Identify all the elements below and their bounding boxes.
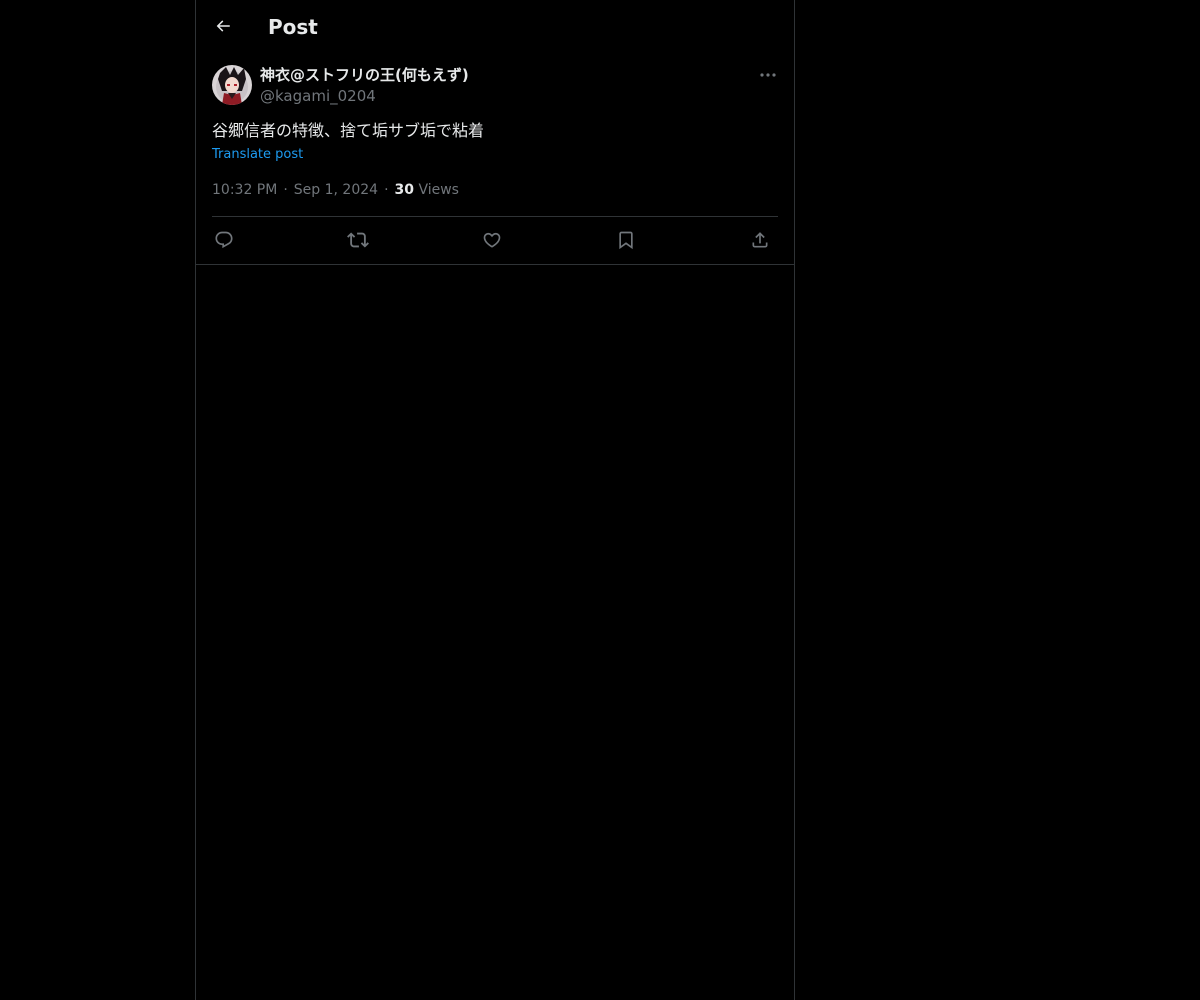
- translate-post-link[interactable]: Translate post: [212, 146, 303, 164]
- page-title: Post: [268, 15, 318, 39]
- repost-icon: [347, 232, 369, 248]
- reply-button[interactable]: [212, 228, 236, 252]
- post-date[interactable]: Sep 1, 2024: [294, 182, 378, 198]
- post-column: Post 神衣@ストフリの王(何もえず) @kagami_0204 谷郷信者の特…: [195, 0, 795, 1000]
- more-dots-icon: [760, 73, 776, 77]
- views-count: 30: [394, 182, 414, 198]
- back-button[interactable]: [210, 13, 236, 39]
- meta-separator: ·: [283, 182, 288, 198]
- reply-icon: [215, 231, 233, 249]
- post-time[interactable]: 10:32 PM: [212, 182, 277, 198]
- share-button[interactable]: [748, 228, 772, 252]
- post-text: 谷郷信者の特徴、捨て垢サブ垢で粘着: [212, 121, 485, 140]
- bookmark-button[interactable]: [614, 228, 638, 252]
- avatar[interactable]: [212, 65, 252, 105]
- more-button[interactable]: [756, 64, 780, 86]
- action-bar: [212, 224, 778, 256]
- share-icon: [752, 232, 768, 248]
- post-bottom-border: [196, 264, 794, 265]
- arrow-left-icon: [216, 20, 230, 32]
- like-button[interactable]: [480, 228, 504, 252]
- avatar-image: [212, 65, 252, 105]
- heart-icon: [483, 232, 501, 248]
- author-handle[interactable]: @kagami_0204: [260, 86, 376, 106]
- bookmark-icon: [619, 231, 633, 250]
- repost-button[interactable]: [346, 228, 370, 252]
- views-label: Views: [418, 182, 459, 198]
- meta-separator: ·: [384, 182, 389, 198]
- author-display-name[interactable]: 神衣@ストフリの王(何もえず): [260, 65, 469, 85]
- post-meta: 10:32 PM · Sep 1, 2024 · 30 Views: [212, 180, 459, 200]
- header: Post: [196, 0, 794, 53]
- divider: [212, 216, 778, 217]
